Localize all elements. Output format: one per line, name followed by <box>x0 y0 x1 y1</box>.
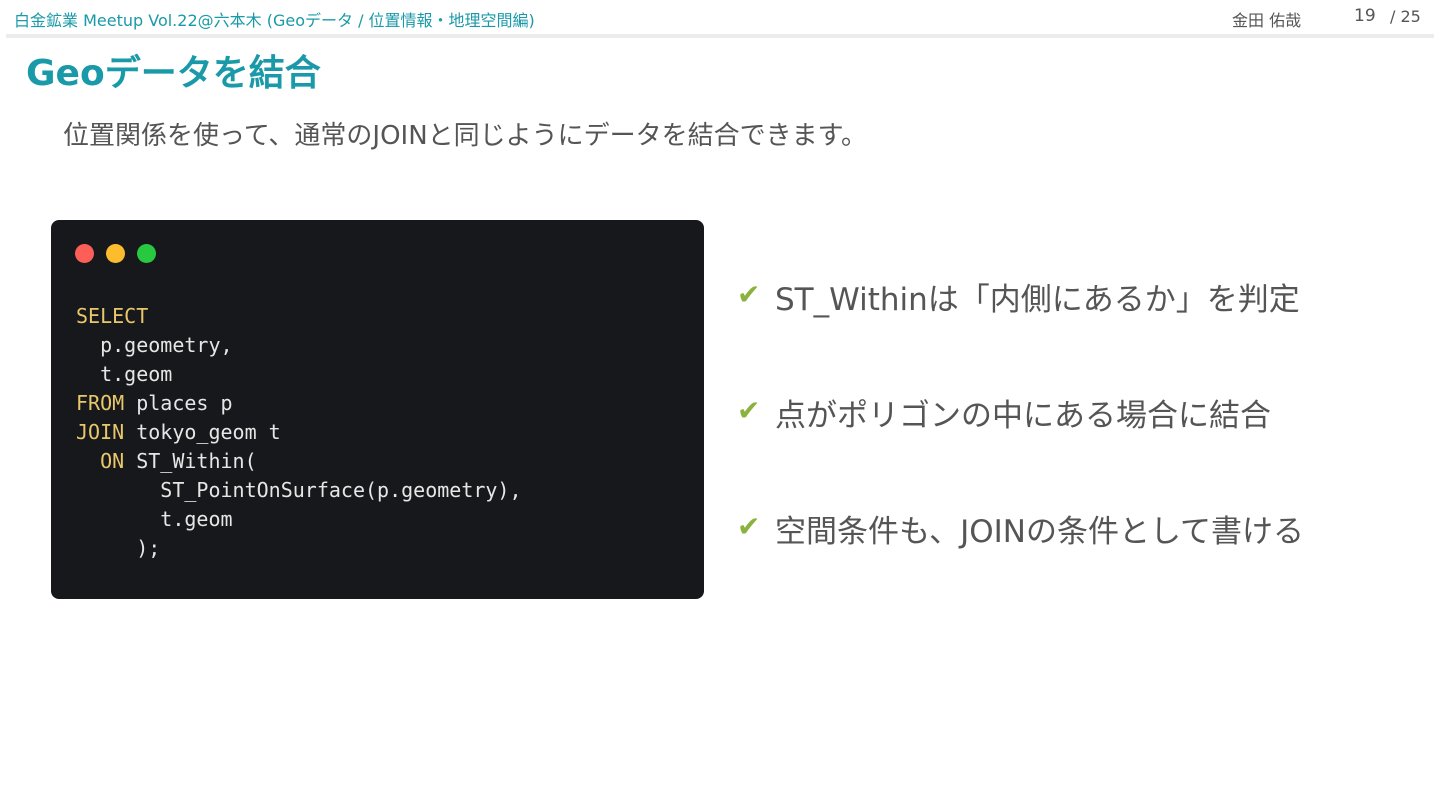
page-total: / 25 <box>1390 7 1421 26</box>
code-line: ON ST_Within( <box>76 447 522 476</box>
code-line: ); <box>76 534 522 563</box>
check-icon: ✔ <box>737 278 761 311</box>
code-text: ); <box>76 536 161 560</box>
slide-title: Geoデータを結合 <box>26 53 321 94</box>
page-number: 19 <box>1354 6 1376 26</box>
close-dot-icon <box>75 244 94 263</box>
code-line: JOIN tokyo_geom t <box>76 418 522 447</box>
bullet-item: ✔ 空間条件も、JOINの条件として書ける <box>737 504 1417 620</box>
author-name: 金田 佑哉 <box>1232 11 1302 30</box>
code-text: places p <box>124 391 233 415</box>
bullet-item: ✔ 点がポリゴンの中にある場合に結合 <box>737 388 1417 504</box>
bullet-item: ✔ ST_Withinは「内側にあるか」を判定 <box>737 272 1417 388</box>
code-line: FROM places p <box>76 389 522 418</box>
code-window: SELECT p.geometry, t.geom FROM places p JO… <box>51 220 704 599</box>
bullet-list: ✔ ST_Withinは「内側にあるか」を判定 ✔ 点がポリゴンの中にある場合に… <box>737 272 1417 620</box>
code-text: p.geometry, <box>76 333 233 357</box>
check-icon: ✔ <box>737 510 761 543</box>
code-keyword: FROM <box>76 391 125 415</box>
code-text: ST_PointOnSurface(p.geometry), <box>76 478 522 502</box>
slide-header: 白金鉱業 Meetup Vol.22@六本木 (Geoデータ / 位置情報・地理… <box>0 0 1440 36</box>
slide-lead-text: 位置関係を使って、通常のJOINと同じようにデータを結合できます。 <box>63 121 868 151</box>
code-line: SELECT <box>76 302 522 331</box>
bullet-text: ST_Withinは「内側にあるか」を判定 <box>775 282 1300 318</box>
code-line: t.geom <box>76 505 522 534</box>
code-line: t.geom <box>76 360 522 389</box>
code-text: ST_Within( <box>124 449 257 473</box>
bullet-text: 空間条件も、JOINの条件として書ける <box>775 514 1305 550</box>
check-icon: ✔ <box>737 394 761 427</box>
code-text: t.geom <box>76 362 173 386</box>
sql-code-block: SELECT p.geometry, t.geom FROM places p JO… <box>76 302 522 563</box>
header-divider <box>6 34 1434 38</box>
minimize-dot-icon <box>106 244 125 263</box>
code-keyword: SELECT <box>76 304 149 328</box>
bullet-text: 点がポリゴンの中にある場合に結合 <box>775 398 1271 434</box>
code-line: p.geometry, <box>76 331 522 360</box>
code-line: ST_PointOnSurface(p.geometry), <box>76 476 522 505</box>
code-text: t.geom <box>76 507 233 531</box>
code-text: tokyo_geom t <box>124 420 281 444</box>
code-keyword: ON <box>76 449 125 473</box>
maximize-dot-icon <box>137 244 156 263</box>
event-title: 白金鉱業 Meetup Vol.22@六本木 (Geoデータ / 位置情報・地理… <box>14 11 535 30</box>
code-keyword: JOIN <box>76 420 125 444</box>
